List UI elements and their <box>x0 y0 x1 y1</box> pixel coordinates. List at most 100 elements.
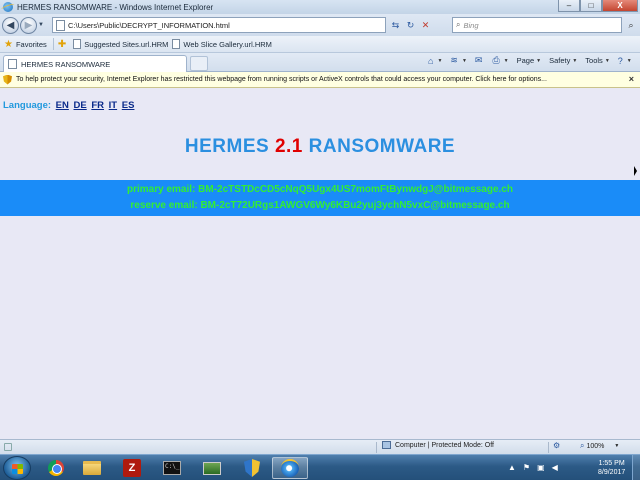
status-page-icon <box>4 443 12 451</box>
command-bar: ⌂ ▼ ≋ ▼ ✉ ⎙ ▼ Page ▼ Safety ▼ Tools ▼ ? ▼ <box>420 55 632 66</box>
internet-explorer-icon <box>3 2 13 12</box>
show-desktop-button[interactable] <box>632 455 640 480</box>
taskbar-chrome[interactable] <box>38 457 74 479</box>
printer-icon: ⎙ <box>492 55 500 65</box>
page-menu-label: Page <box>516 56 535 65</box>
address-tools: ⇆ ↻ ✕ <box>388 18 433 32</box>
favorites-button[interactable]: ★ Favorites <box>4 39 47 50</box>
page-icon <box>172 39 181 49</box>
taskbar: Z C:\_ ▲ ⚑ ▣ ◀ 1:55 PM 8/9/2017 <box>0 454 640 480</box>
maximize-button[interactable]: □ <box>580 0 602 12</box>
language-link-de[interactable]: DE <box>74 100 87 111</box>
information-bar[interactable]: To help protect your security, Internet … <box>0 72 640 88</box>
security-shield-icon <box>3 74 12 85</box>
refresh-icon[interactable]: ↻ <box>403 18 418 32</box>
search-box[interactable]: ⌕ Bing <box>452 17 622 33</box>
language-link-en[interactable]: EN <box>56 100 69 111</box>
tab-label: HERMES RANSOMWARE <box>21 59 111 69</box>
taskbar-computer[interactable] <box>194 457 230 479</box>
favorite-link-suggested-sites[interactable]: Suggested Sites.url.HRM <box>73 39 168 49</box>
status-bar: Computer | Protected Mode: Off ⚙ ⌕ 100% … <box>0 439 640 454</box>
tools-menu[interactable]: Tools ▼ <box>585 56 609 65</box>
home-icon: ⌂ <box>428 55 434 66</box>
system-tray: ▲ ⚑ ▣ ◀ <box>508 463 565 472</box>
home-button[interactable]: ⌂ ▼ <box>428 56 442 66</box>
language-label: Language: <box>3 100 52 111</box>
volume-icon[interactable]: ◀ <box>552 463 558 472</box>
zoom-level: 100% <box>586 442 605 450</box>
address-bar[interactable]: C:\Users\Public\DECRYPT_INFORMATION.html <box>52 17 386 33</box>
network-icon[interactable]: ▣ <box>537 463 545 472</box>
taskbar-clock[interactable]: 1:55 PM 8/9/2017 <box>598 459 625 477</box>
page-content: Language: EN DE FR IT ES HERMES 2.1 RANS… <box>0 88 640 439</box>
divider <box>52 38 54 50</box>
address-toolbar: ◀ ▶ ▼ C:\Users\Public\DECRYPT_INFORMATIO… <box>0 14 640 36</box>
language-link-es[interactable]: ES <box>122 100 135 111</box>
rss-feed-icon: ≋ <box>450 55 458 65</box>
taskbar-filezilla[interactable]: Z <box>114 457 150 479</box>
language-selector: Language: EN DE FR IT ES <box>3 100 134 111</box>
print-button[interactable]: ⎙ ▼ <box>492 55 508 66</box>
taskbar-internet-explorer[interactable] <box>272 457 308 479</box>
page-icon <box>73 39 82 49</box>
read-mail-button[interactable]: ✉ <box>475 55 485 66</box>
mail-icon: ✉ <box>474 55 483 65</box>
address-url[interactable]: C:\Users\Public\DECRYPT_INFORMATION.html <box>68 21 230 30</box>
headline-prefix: HERMES <box>184 136 275 157</box>
folder-icon <box>83 461 101 475</box>
internet-explorer-icon <box>281 459 299 477</box>
close-icon[interactable]: × <box>629 74 634 84</box>
headline-suffix: RANSOMWARE <box>302 136 456 157</box>
page-icon <box>56 19 65 31</box>
chevron-down-icon: ▼ <box>614 443 620 449</box>
window-controls: – □ X <box>558 0 638 12</box>
compatibility-view-icon[interactable]: ⇆ <box>388 18 403 32</box>
tab-hermes-ransomware[interactable]: HERMES RANSOMWARE <box>3 55 187 72</box>
window-title-bar[interactable]: HERMES RANSOMWARE - Windows Internet Exp… <box>0 0 640 14</box>
taskbar-security-center[interactable] <box>234 457 270 479</box>
tab-row: HERMES RANSOMWARE ⌂ ▼ ≋ ▼ ✉ ⎙ ▼ Page ▼ Safet… <box>0 53 640 72</box>
clock-date: 8/9/2017 <box>598 469 626 476</box>
back-button[interactable]: ◀ <box>2 16 19 34</box>
favorites-bar: ★ Favorites ✚ Suggested Sites.url.HRM We… <box>0 36 640 53</box>
protected-mode-icon[interactable]: ⚙ <box>553 441 560 450</box>
taskbar-explorer[interactable] <box>74 457 110 479</box>
forward-button[interactable]: ▶ <box>20 16 37 34</box>
information-bar-text[interactable]: To help protect your security, Internet … <box>16 76 547 83</box>
search-icon[interactable]: ⌕ <box>624 18 638 32</box>
clock-time: 1:55 PM <box>598 460 625 467</box>
computer-icon <box>203 461 221 475</box>
divider <box>548 442 549 453</box>
security-zone[interactable]: Computer | Protected Mode: Off <box>382 441 494 449</box>
language-link-fr[interactable]: FR <box>91 100 104 111</box>
new-tab-button[interactable] <box>190 56 208 71</box>
close-button[interactable]: X <box>602 0 638 12</box>
window-title: HERMES RANSOMWARE - Windows Internet Exp… <box>17 2 214 12</box>
favorite-link-label: Web Slice Gallery.url.HRM <box>183 39 272 49</box>
action-center-icon[interactable]: ⚑ <box>523 463 530 472</box>
tools-menu-label: Tools <box>585 56 603 65</box>
start-button[interactable] <box>3 456 31 480</box>
page-icon <box>8 59 17 69</box>
divider <box>376 442 377 453</box>
zoom-control[interactable]: ⌕ 100% ▼ <box>580 441 619 451</box>
reserve-email: reserve email: BM-2cT72URgs1AWGV6Wy6KBu2… <box>130 200 510 211</box>
stop-icon[interactable]: ✕ <box>418 18 433 32</box>
taskbar-command-prompt[interactable]: C:\_ <box>154 457 190 479</box>
favorite-link-web-slice-gallery[interactable]: Web Slice Gallery.url.HRM <box>172 39 272 49</box>
minimize-button[interactable]: – <box>558 0 580 12</box>
safety-menu-label: Safety <box>549 56 571 65</box>
search-provider-icon: ⌕ <box>456 20 461 29</box>
help-button[interactable]: ? ▼ <box>618 56 632 66</box>
help-icon: ? <box>617 55 623 66</box>
show-hidden-icons-icon[interactable]: ▲ <box>508 463 516 472</box>
language-link-it[interactable]: IT <box>109 100 117 111</box>
add-to-favorites-bar-button[interactable]: ✚ <box>58 39 69 50</box>
page-menu[interactable]: Page ▼ <box>517 56 541 65</box>
recent-pages-dropdown[interactable]: ▼ <box>38 22 46 28</box>
windows-logo-icon <box>12 464 23 474</box>
headline-version: 2.1 <box>274 136 303 157</box>
search-placeholder[interactable]: Bing <box>463 21 478 30</box>
feeds-button[interactable]: ≋ ▼ <box>450 55 467 66</box>
safety-menu[interactable]: Safety ▼ <box>549 56 577 65</box>
